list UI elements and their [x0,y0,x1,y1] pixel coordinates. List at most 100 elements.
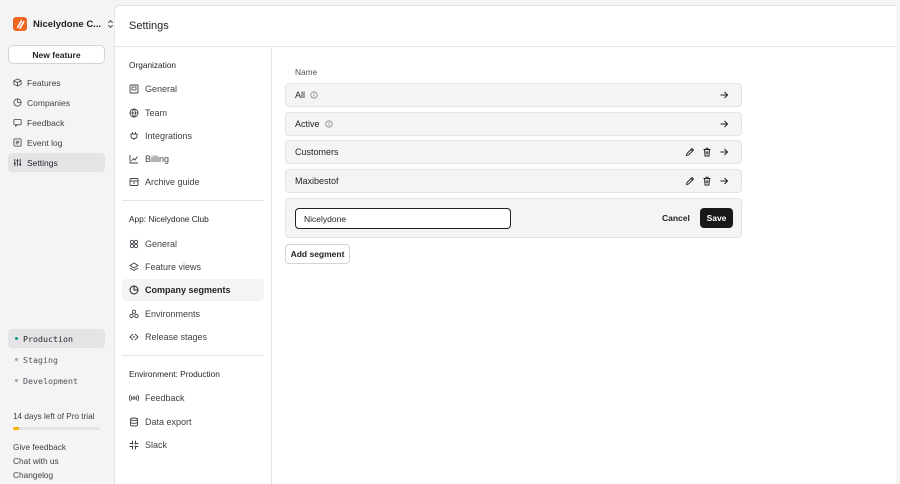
pencil-icon[interactable] [685,176,695,186]
pencil-icon[interactable] [685,147,695,157]
settings-item-label: Data export [145,416,192,427]
settings-group-app: App: Nicelydone Club General Feature vie… [115,201,271,347]
settings-item-release-stages[interactable]: Release stages [122,326,264,348]
env-item-staging[interactable]: Staging [8,350,105,369]
nav-label: Event log [27,137,63,148]
env-status-dot [15,337,18,340]
trial-text: 14 days left of Pro trial [13,412,95,421]
box-icon [13,78,22,87]
chart-line-icon [129,155,138,164]
org-switcher[interactable]: Nicelydone C... [13,17,114,31]
column-header-name: Name [295,67,318,77]
nav-label: Features [27,77,61,88]
settings-item-label: Feedback [145,393,185,404]
changelog-link[interactable]: Changelog [13,470,66,484]
info-icon[interactable] [324,120,333,128]
feedback-signal-icon [129,394,139,402]
settings-item-label: Slack [145,439,168,450]
segment-row-all[interactable]: All [285,83,742,107]
env-label: Development [23,375,78,386]
segment-row-customers[interactable]: Customers [285,140,742,164]
footer-links: Give feedback Chat with us Changelog [13,442,66,484]
group-title: Environment: Production [129,368,220,379]
settings-item-environments[interactable]: Environments [122,303,264,325]
env-status-dot [15,379,18,382]
main-panel: Settings Organization General Team Integ… [114,5,896,484]
settings-item-label: Integrations [145,130,193,141]
env-item-development[interactable]: Development [8,371,105,390]
settings-item-org-general[interactable]: General [122,78,264,100]
trash-icon[interactable] [702,176,712,186]
environment-switcher: Production Staging Development [8,329,105,392]
grid-icon [129,239,139,248]
add-segment-button[interactable]: Add segment [285,244,350,264]
row-actions [685,141,729,163]
segment-name: Customers [295,147,339,157]
slack-icon [129,440,139,450]
row-actions [685,170,729,192]
settings-item-team[interactable]: Team [122,102,264,124]
pie-icon [129,285,139,295]
nav-item-companies[interactable]: Companies [8,93,105,112]
cancel-button[interactable]: Cancel [662,208,690,228]
arrow-right-icon[interactable] [719,90,729,100]
arrow-right-icon[interactable] [719,119,729,129]
layers-icon [129,262,139,272]
env-label: Staging [23,354,58,365]
building-icon [129,84,139,94]
settings-item-app-general[interactable]: General [122,233,264,255]
settings-group-environment: Environment: Production Feedback Data ex… [115,356,271,456]
archive-icon [129,178,139,187]
settings-item-archive-guide[interactable]: Archive guide [122,171,264,193]
release-icon [129,333,139,341]
settings-item-label: Billing [145,154,170,165]
page-title: Settings [129,20,169,32]
settings-item-label: Team [145,107,168,118]
segment-row-active[interactable]: Active [285,112,742,136]
group-title: Organization [129,60,177,70]
settings-item-integrations[interactable]: Integrations [122,125,264,147]
settings-item-company-segments[interactable]: Company segments [122,279,264,302]
nav-label: Feedback [27,117,65,128]
chat-with-us-link[interactable]: Chat with us [13,456,66,470]
settings-item-label: Feature views [145,262,202,273]
environments-icon [129,309,139,318]
settings-item-feature-views[interactable]: Feature views [122,256,264,278]
nav-item-feedback[interactable]: Feedback [8,113,105,132]
settings-item-label: General [145,84,178,95]
segment-name: Active [295,119,320,129]
info-icon[interactable] [310,91,318,99]
feedback-icon [13,118,22,127]
settings-item-env-feedback[interactable]: Feedback [122,387,264,409]
database-icon [130,417,138,427]
settings-nav: Organization General Team Integrations B… [115,48,272,484]
nav-item-settings[interactable]: Settings [8,153,105,172]
arrow-right-icon[interactable] [719,176,729,186]
globe-icon [129,108,139,118]
trial-status: 14 days left of Pro trial [13,412,103,430]
env-status-dot [15,358,18,361]
trash-icon[interactable] [702,147,712,157]
segment-row-maxibestof[interactable]: Maxibestof [285,169,742,193]
settings-group-organization: Organization General Team Integrations B… [115,48,271,193]
page-header: Settings [115,6,896,47]
trial-progress-bar [13,427,100,430]
give-feedback-link[interactable]: Give feedback [13,442,66,456]
settings-item-data-export[interactable]: Data export [122,411,264,433]
row-actions [719,113,729,135]
segment-name: Maxibestof [295,176,339,186]
segment-name-input[interactable] [295,208,511,229]
arrow-right-icon[interactable] [719,147,729,157]
settings-item-label: Release stages [145,331,208,342]
nav-item-event-log[interactable]: Event log [8,133,105,152]
nav-item-features[interactable]: Features [8,73,105,92]
settings-item-label: Environments [145,308,201,319]
save-button[interactable]: Save [700,208,733,228]
new-feature-button[interactable]: New feature [8,45,105,64]
env-item-production[interactable]: Production [8,329,105,348]
list-icon [13,138,22,147]
settings-item-billing[interactable]: Billing [122,148,264,170]
settings-item-slack[interactable]: Slack [122,434,264,456]
group-title: App: Nicelydone Club [129,214,209,225]
org-name: Nicelydone C... [33,18,102,30]
